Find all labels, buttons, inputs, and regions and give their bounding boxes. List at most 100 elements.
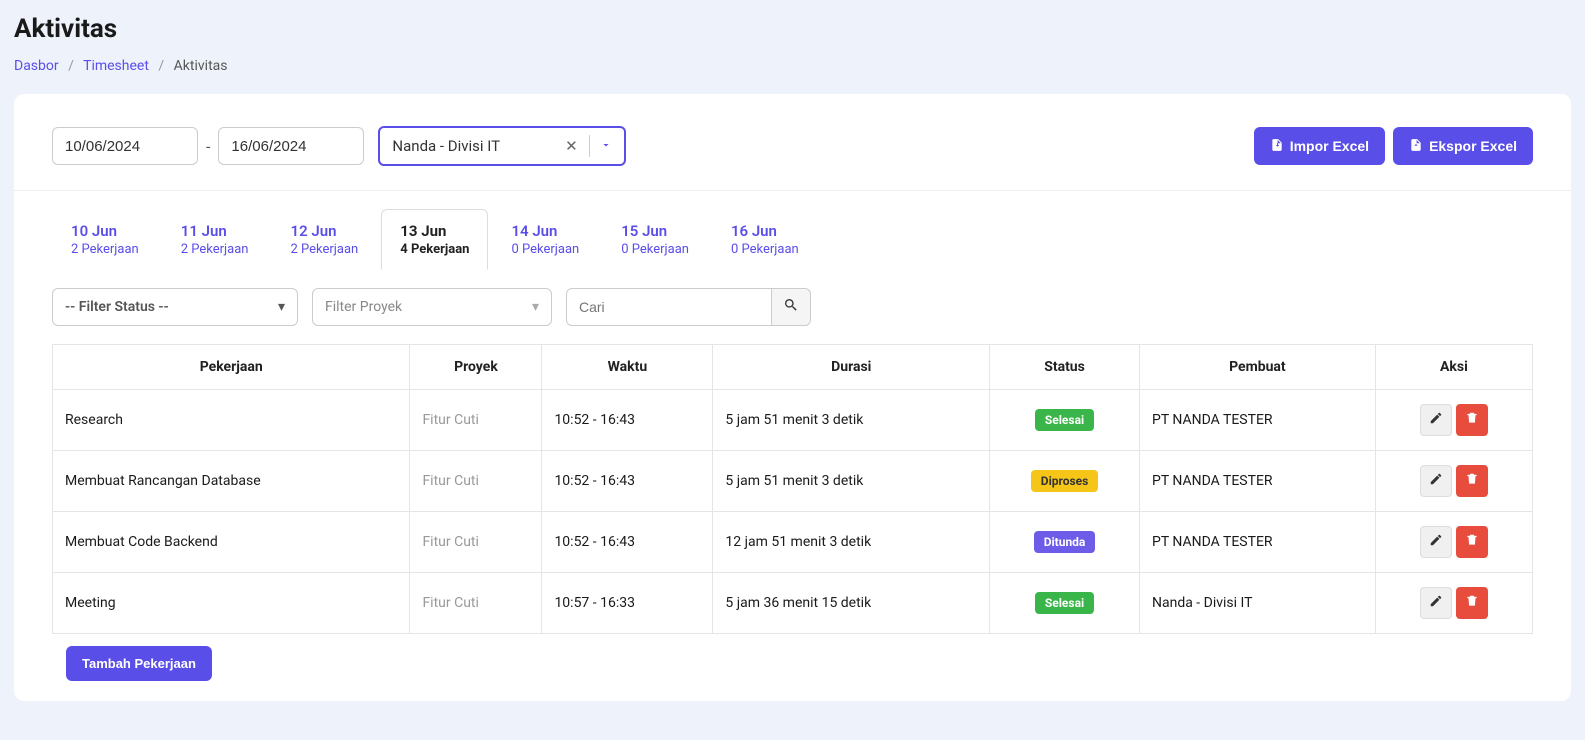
tab-date: 13 Jun xyxy=(400,222,469,240)
tab-date: 14 Jun xyxy=(511,222,579,240)
delete-button[interactable] xyxy=(1456,404,1488,436)
status-badge: Ditunda xyxy=(1034,531,1096,553)
file-download-icon xyxy=(1270,138,1284,155)
search-button[interactable] xyxy=(771,288,811,326)
cell-aksi xyxy=(1375,512,1532,573)
tab-date: 10 Jun xyxy=(71,222,139,240)
import-excel-button[interactable]: Impor Excel xyxy=(1254,127,1385,165)
cell-status: Selesai xyxy=(990,390,1140,451)
tab-date: 12 Jun xyxy=(291,222,359,240)
tab-12-jun[interactable]: 12 Jun 2 Pekerjaan xyxy=(272,209,378,270)
pencil-icon xyxy=(1429,594,1443,612)
cell-pembuat: PT NANDA TESTER xyxy=(1139,390,1375,451)
cell-pembuat: PT NANDA TESTER xyxy=(1139,512,1375,573)
export-excel-label: Ekspor Excel xyxy=(1429,138,1517,154)
date-to-input[interactable] xyxy=(218,127,364,165)
edit-button[interactable] xyxy=(1420,526,1452,558)
tab-count: 0 Pekerjaan xyxy=(621,242,689,257)
divider xyxy=(589,135,590,157)
date-tabs: 10 Jun2 Pekerjaan11 Jun2 Pekerjaan12 Jun… xyxy=(14,191,1571,270)
search-icon xyxy=(783,297,799,317)
filter-status-select[interactable]: -- Filter Status -- ▾ xyxy=(52,288,298,326)
tab-date: 11 Jun xyxy=(181,222,249,240)
breadcrumb: Dasbor / Timesheet / Aktivitas xyxy=(14,58,1571,74)
cell-durasi: 5 jam 51 menit 3 detik xyxy=(713,451,990,512)
chevron-down-icon: ▾ xyxy=(532,299,539,315)
trash-icon xyxy=(1465,594,1479,612)
cell-pekerjaan: Research xyxy=(53,390,410,451)
clear-icon[interactable]: ✕ xyxy=(559,137,583,155)
tab-date: 16 Jun xyxy=(731,222,799,240)
tab-14-jun[interactable]: 14 Jun0 Pekerjaan xyxy=(492,209,598,270)
cell-pekerjaan: Membuat Rancangan Database xyxy=(53,451,410,512)
table-row: ResearchFitur Cuti10:52 - 16:435 jam 51 … xyxy=(53,390,1533,451)
cell-waktu: 10:52 - 16:43 xyxy=(542,512,713,573)
add-pekerjaan-button[interactable]: Tambah Pekerjaan xyxy=(66,646,212,681)
breadcrumb-sep: / xyxy=(68,58,74,74)
cell-status: Diproses xyxy=(990,451,1140,512)
cell-durasi: 5 jam 51 menit 3 detik xyxy=(713,390,990,451)
filter-proyek-select[interactable]: Filter Proyek ▾ xyxy=(312,288,552,326)
tab-date: 15 Jun xyxy=(621,222,689,240)
tab-15-jun[interactable]: 15 Jun 0 Pekerjaan xyxy=(602,209,708,270)
search-input[interactable] xyxy=(566,288,771,326)
edit-button[interactable] xyxy=(1420,587,1452,619)
table-wrap: PekerjaanProyekWaktuDurasiStatusPembuatA… xyxy=(14,344,1571,701)
breadcrumb-sep: / xyxy=(158,58,164,74)
person-select[interactable]: Nanda - Divisi IT ✕ xyxy=(378,126,626,166)
pencil-icon xyxy=(1429,472,1443,490)
breadcrumb-dasbor[interactable]: Dasbor xyxy=(14,58,59,74)
edit-button[interactable] xyxy=(1420,404,1452,436)
tab-count: 4 Pekerjaan xyxy=(400,242,469,257)
cell-status: Ditunda xyxy=(990,512,1140,573)
tab-16-jun[interactable]: 16 Jun0 Pekerjaan xyxy=(712,209,818,270)
breadcrumb-current: Aktivitas xyxy=(174,58,228,74)
chevron-down-icon: ▾ xyxy=(278,299,285,315)
cell-pekerjaan: Membuat Code Backend xyxy=(53,512,410,573)
th-pekerjaan: Pekerjaan xyxy=(53,345,410,390)
trash-icon xyxy=(1465,411,1479,429)
tab-count: 2 Pekerjaan xyxy=(291,242,359,257)
tab-11-jun[interactable]: 11 Jun2 Pekerjaan xyxy=(162,209,268,270)
tab-13-jun[interactable]: 13 Jun 4 Pekerjaan xyxy=(381,209,488,270)
toolbar: - Nanda - Divisi IT ✕ Impor Excel xyxy=(14,94,1571,191)
date-from-input[interactable] xyxy=(52,127,198,165)
cell-status: Selesai xyxy=(990,573,1140,634)
th-aksi: Aksi xyxy=(1375,345,1532,390)
cell-waktu: 10:57 - 16:33 xyxy=(542,573,713,634)
delete-button[interactable] xyxy=(1456,465,1488,497)
cell-aksi xyxy=(1375,390,1532,451)
cell-pekerjaan: Meeting xyxy=(53,573,410,634)
pencil-icon xyxy=(1429,533,1443,551)
date-range-dash: - xyxy=(206,137,210,156)
cell-proyek: Fitur Cuti xyxy=(410,451,542,512)
trash-icon xyxy=(1465,472,1479,490)
th-status: Status xyxy=(990,345,1140,390)
delete-button[interactable] xyxy=(1456,526,1488,558)
breadcrumb-timesheet[interactable]: Timesheet xyxy=(83,58,149,74)
tab-10-jun[interactable]: 10 Jun 2 Pekerjaan xyxy=(52,209,158,270)
pencil-icon xyxy=(1429,411,1443,429)
table-row: MeetingFitur Cuti10:57 - 16:335 jam 36 m… xyxy=(53,573,1533,634)
table-row: Membuat Code BackendFitur Cuti10:52 - 16… xyxy=(53,512,1533,573)
filter-status-label: -- Filter Status -- xyxy=(65,299,169,315)
page-title: Aktivitas xyxy=(14,14,1571,44)
cell-durasi: 12 jam 51 menit 3 detik xyxy=(713,512,990,573)
cell-aksi xyxy=(1375,573,1532,634)
filters-row: -- Filter Status -- ▾ Filter Proyek ▾ xyxy=(14,270,1571,344)
import-excel-label: Impor Excel xyxy=(1290,138,1369,154)
chevron-down-icon[interactable] xyxy=(596,137,616,155)
cell-durasi: 5 jam 36 menit 15 detik xyxy=(713,573,990,634)
trash-icon xyxy=(1465,533,1479,551)
tab-count: 2 Pekerjaan xyxy=(71,242,139,257)
cell-pembuat: PT NANDA TESTER xyxy=(1139,451,1375,512)
edit-button[interactable] xyxy=(1420,465,1452,497)
filter-proyek-label: Filter Proyek xyxy=(325,299,402,315)
export-excel-button[interactable]: Ekspor Excel xyxy=(1393,127,1533,165)
activity-table: PekerjaanProyekWaktuDurasiStatusPembuatA… xyxy=(52,344,1533,634)
search-wrap xyxy=(566,288,811,326)
delete-button[interactable] xyxy=(1456,587,1488,619)
main-card: - Nanda - Divisi IT ✕ Impor Excel xyxy=(14,94,1571,701)
table-row: Membuat Rancangan DatabaseFitur Cuti10:5… xyxy=(53,451,1533,512)
th-waktu: Waktu xyxy=(542,345,713,390)
